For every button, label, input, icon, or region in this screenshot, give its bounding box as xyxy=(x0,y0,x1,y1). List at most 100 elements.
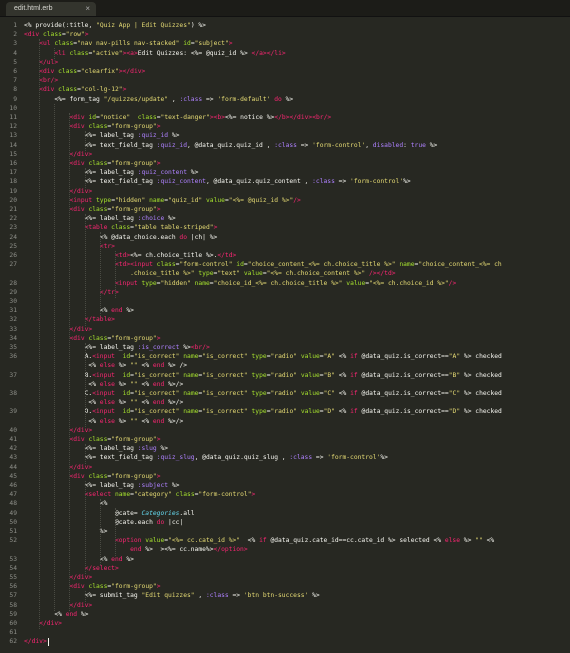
code-token: , @data_quiz.quiz_slug , xyxy=(194,454,290,462)
code-token: :choice xyxy=(137,215,165,223)
code-token: @quiz_id xyxy=(206,49,237,57)
code-line: <%= text_field_tag :quiz_slug, @data_qui… xyxy=(85,454,388,462)
line-number: 33 xyxy=(9,325,17,333)
code-token: %> xyxy=(380,454,388,462)
code-token: "radio" xyxy=(270,353,298,361)
code-token: </td> xyxy=(217,252,237,259)
code-token: @data_quiz.is_correct== xyxy=(357,371,449,379)
line-number: 39 xyxy=(9,408,17,416)
code-token: :class xyxy=(179,95,203,103)
code-token: %> xyxy=(164,215,176,223)
code-line: B.<input id="is_correct" name="is_correc… xyxy=(85,372,502,380)
file-tab[interactable]: edit.html.erb × xyxy=(6,2,96,16)
code-line: <div class="form-group"> xyxy=(69,123,160,131)
code-line: <div class="form-group"> xyxy=(69,436,160,444)
code-token: class xyxy=(88,583,108,591)
code-token: "choice_content_<%= ch.choice_title %>" xyxy=(247,261,396,269)
line-number: 31 xyxy=(9,307,17,315)
code-token: disabled xyxy=(372,141,404,149)
line-number: 3 xyxy=(13,40,17,48)
code-editor[interactable]: 1 2 3 4 5 6 7 8 9 10 11 12 13 14 15 16 17 18 19 20 21 22 23 24 2… xyxy=(0,21,570,653)
line-number: 42 xyxy=(9,445,17,453)
indent-guide xyxy=(99,232,101,317)
code-token: %> xyxy=(77,610,89,618)
line-number: 41 xyxy=(9,436,17,443)
code-token: :class xyxy=(205,592,229,600)
code-token: <%= label_tag xyxy=(84,445,138,453)
code-token: %> xyxy=(122,555,134,563)
code-token: value xyxy=(300,408,320,416)
close-tab-icon[interactable]: × xyxy=(85,2,90,16)
code-token: %> checked xyxy=(460,408,502,416)
code-area[interactable]: <% provide(:title, "Quiz App | Edit Quiz… xyxy=(24,21,570,653)
code-token: <% xyxy=(84,417,100,425)
line-number: 21 xyxy=(9,206,17,213)
code-token: end xyxy=(152,399,165,407)
code-token: <td> xyxy=(114,252,131,259)
code-token: <% xyxy=(99,555,112,563)
line-number: 36 xyxy=(9,353,17,361)
code-token: .all xyxy=(179,509,195,517)
code-token: "is_correct" xyxy=(202,353,248,361)
code-token: <div xyxy=(69,160,89,167)
code-line: D.<input id="is_correct" name="is_correc… xyxy=(85,408,502,416)
code-token: name xyxy=(183,371,199,379)
text-cursor xyxy=(47,638,49,647)
line-number: 10 xyxy=(9,104,17,112)
line-number: 53 xyxy=(9,555,17,563)
line-number: 18 xyxy=(9,178,17,186)
line-number: 60 xyxy=(9,620,17,627)
code-line: @cate= Categories.all xyxy=(115,510,195,518)
code-line: </div> xyxy=(69,574,92,582)
code-token: end xyxy=(130,546,142,554)
code-token: "form-group" xyxy=(111,206,157,213)
line-number: 54 xyxy=(9,564,17,572)
line-number: 26 xyxy=(9,252,17,259)
code-line: <% provide(:title, "Quiz App | Edit Quiz… xyxy=(24,22,206,30)
indent-guide xyxy=(54,103,56,611)
code-token: "form-group" xyxy=(111,160,157,167)
code-token: <% xyxy=(334,353,351,361)
code-line: </div> xyxy=(69,427,92,435)
code-token: <br/> xyxy=(190,344,210,351)
indent-guide xyxy=(99,499,101,565)
code-token: |cc| xyxy=(164,518,184,526)
code-token: "A" xyxy=(448,353,461,361)
code-line: <div class="form-group"> xyxy=(69,473,160,481)
file-tab-title: edit.html.erb xyxy=(14,5,53,12)
code-token: "" xyxy=(130,417,138,425)
code-token: <table xyxy=(84,224,112,232)
code-token: else xyxy=(99,399,115,407)
code-token: : xyxy=(403,141,411,149)
code-token: value xyxy=(346,279,366,287)
line-number: 44 xyxy=(9,463,17,471)
code-token: :slug xyxy=(137,445,157,453)
line-number: 30 xyxy=(9,298,17,305)
code-token: <div xyxy=(69,436,89,443)
code-token: , xyxy=(168,95,180,103)
code-token: <% xyxy=(137,417,153,425)
code-token: end xyxy=(111,555,123,563)
code-token: "quiz_id" xyxy=(168,196,203,204)
code-line: <% end %> xyxy=(100,307,134,315)
code-line: </div> xyxy=(69,602,92,610)
code-token: .choice_title %>" xyxy=(130,270,195,278)
code-token: <br/> xyxy=(312,114,332,121)
code-token: |ch| %> xyxy=(187,233,218,241)
code-token: <li xyxy=(54,49,70,57)
code-token: </select> xyxy=(84,564,119,572)
line-number: 12 xyxy=(9,123,17,131)
line-number: 47 xyxy=(9,491,17,499)
code-token: id xyxy=(183,40,191,48)
code-line: %> xyxy=(100,528,108,536)
code-token: 'form-control' xyxy=(350,178,404,186)
indent-guide xyxy=(54,48,56,59)
code-line: <br/> xyxy=(39,77,58,85)
code-token: <input xyxy=(92,371,115,379)
code-token: %> xyxy=(187,169,199,177)
code-token: if xyxy=(350,371,358,379)
code-token: <div xyxy=(69,583,89,591)
code-token: "form-group" xyxy=(111,334,157,342)
code-token: "is_correct" xyxy=(133,408,180,416)
